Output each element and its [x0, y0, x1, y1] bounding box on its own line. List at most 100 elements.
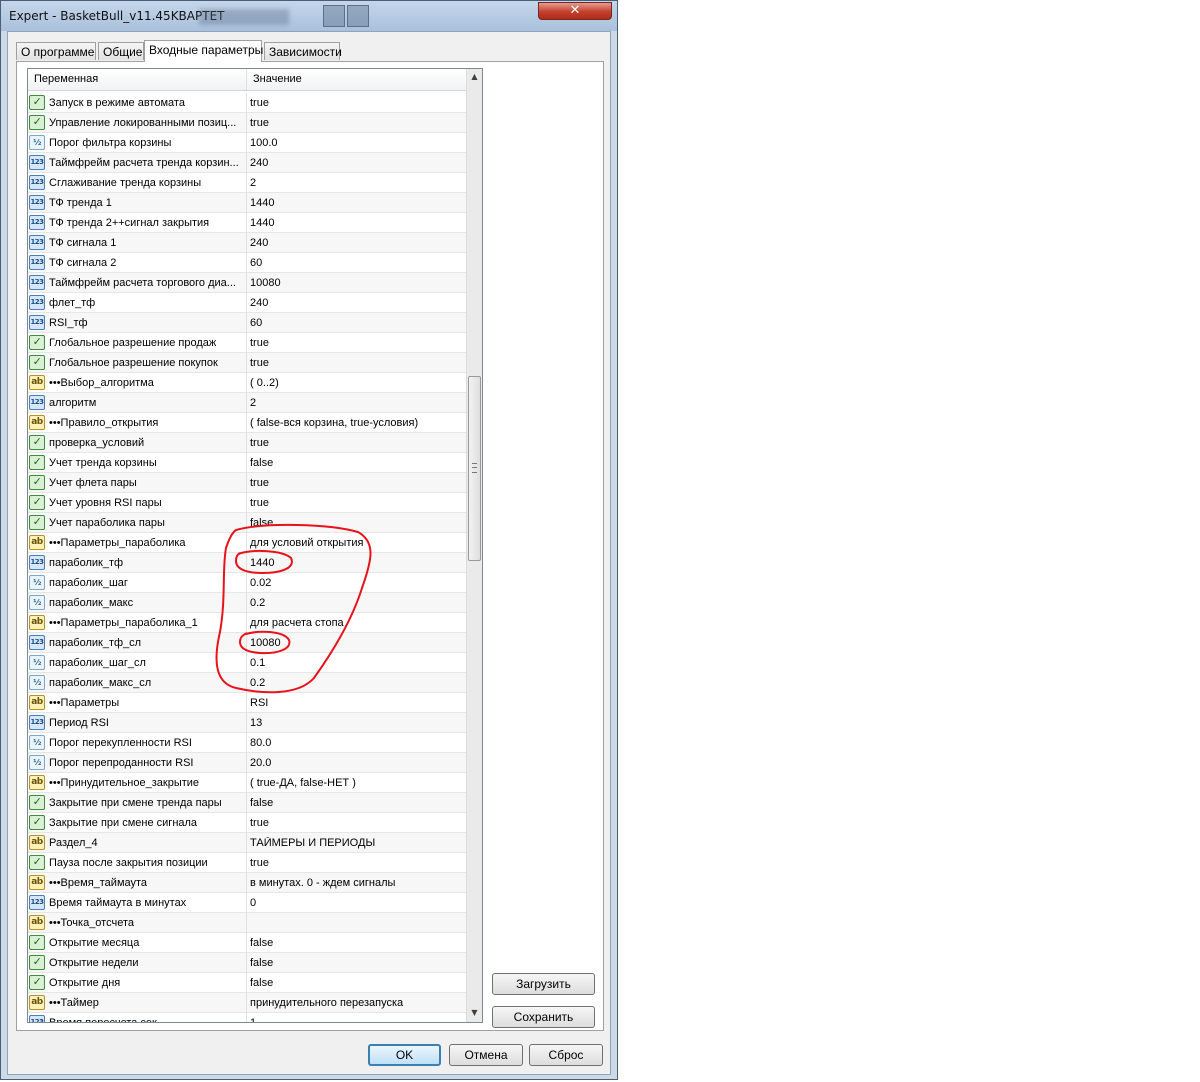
table-row[interactable]: ✓ Глобальное разрешение продаж true [28, 333, 466, 353]
parameter-value[interactable]: 100.0 [250, 137, 464, 150]
column-header-variable[interactable]: Переменная [34, 73, 98, 85]
table-row[interactable]: ab •••Параметры_параболика_1 для расчета с… [28, 613, 466, 633]
parameter-value[interactable]: 240 [250, 157, 464, 170]
parameter-value[interactable]: ( 0..2) [250, 377, 464, 390]
table-row[interactable]: ✓ Открытие недели false [28, 953, 466, 973]
ok-button[interactable]: OK [368, 1044, 441, 1066]
parameter-value[interactable]: 0.1 [250, 657, 464, 670]
parameter-value[interactable]: ТАЙМЕРЫ И ПЕРИОДЫ [250, 837, 464, 850]
table-row[interactable]: 123 Период RSI 13 [28, 713, 466, 733]
table-row[interactable]: ✓ Учет параболика пары false [28, 513, 466, 533]
parameter-value[interactable]: false [250, 457, 464, 470]
table-row[interactable]: ab •••Принудительное_закрытие ( true-ДА, f… [28, 773, 466, 793]
parameter-value[interactable]: 1440 [250, 557, 464, 570]
scroll-thumb[interactable] [468, 376, 481, 561]
table-row[interactable]: ½ Порог фильтра корзины 100.0 [28, 133, 466, 153]
reset-button[interactable]: Сброс [529, 1044, 603, 1066]
table-row[interactable]: ✓ Запуск в режиме автомата true [28, 93, 466, 113]
parameter-value[interactable]: true [250, 857, 464, 870]
parameter-value[interactable]: для условий открытия [250, 537, 464, 550]
cancel-button[interactable]: Отмена [449, 1044, 523, 1066]
table-row[interactable]: 123 Время пересчета сек 1 [28, 1013, 466, 1022]
parameter-value[interactable]: true [250, 817, 464, 830]
table-row[interactable]: ✓ Учет уровня RSI пары true [28, 493, 466, 513]
parameter-value[interactable]: false [250, 797, 464, 810]
load-button[interactable]: Загрузить [492, 973, 595, 995]
parameter-value[interactable]: 240 [250, 297, 464, 310]
table-row[interactable]: 123 Таймфрейм расчета торгового диа... 100… [28, 273, 466, 293]
parameter-value[interactable]: ( false-вся корзина, true-условия) [250, 417, 464, 430]
parameter-value[interactable]: true [250, 357, 464, 370]
table-row[interactable]: ½ параболик_шаг 0.02 [28, 573, 466, 593]
table-row[interactable]: 123 алгоритм 2 [28, 393, 466, 413]
table-row[interactable]: ✓ Учет тренда корзины false [28, 453, 466, 473]
parameter-value[interactable]: true [250, 97, 464, 110]
parameter-value[interactable]: 13 [250, 717, 464, 730]
table-row[interactable]: 123 Время таймаута в минутах 0 [28, 893, 466, 913]
table-row[interactable]: ab •••Таймер принудительного перезапуска [28, 993, 466, 1013]
table-row[interactable]: ½ Порог перепроданности RSI 20.0 [28, 753, 466, 773]
parameter-value[interactable]: true [250, 477, 464, 490]
table-row[interactable]: 123 параболик_тф 1440 [28, 553, 466, 573]
table-row[interactable]: ✓ Глобальное разрешение покупок true [28, 353, 466, 373]
parameter-value[interactable]: 0.2 [250, 597, 464, 610]
column-header-value[interactable]: Значение [253, 73, 302, 85]
table-row[interactable]: ✓ Управление локированными позиц... true [28, 113, 466, 133]
title-bar[interactable]: Expert - BasketBull_v11.45KBAPTET ✕ [1, 1, 617, 31]
table-row[interactable]: 123 Таймфрейм расчета тренда корзин... 240 [28, 153, 466, 173]
table-row[interactable]: ab •••Параметры_параболика для условий отк… [28, 533, 466, 553]
tab-about[interactable]: О программе [16, 42, 96, 60]
table-row[interactable]: ✓ Закрытие при смене тренда пары false [28, 793, 466, 813]
table-row[interactable]: 123 RSI_тф 60 [28, 313, 466, 333]
table-row[interactable]: 123 параболик_тф_сл 10080 [28, 633, 466, 653]
parameter-value[interactable]: принудительного перезапуска [250, 997, 464, 1010]
parameter-value[interactable]: 0 [250, 897, 464, 910]
parameter-value[interactable]: 80.0 [250, 737, 464, 750]
table-row[interactable]: ½ параболик_макс_сл 0.2 [28, 673, 466, 693]
table-row[interactable]: ✓ Пауза после закрытия позиции true [28, 853, 466, 873]
table-row[interactable]: ab •••Параметры RSI [28, 693, 466, 713]
parameter-value[interactable]: 60 [250, 257, 464, 270]
table-row[interactable]: ✓ Закрытие при смене сигнала true [28, 813, 466, 833]
tab-common[interactable]: Общие [98, 42, 144, 60]
parameter-value[interactable]: 10080 [250, 637, 464, 650]
table-row[interactable]: ab •••Правило_открытия ( false-вся корзина… [28, 413, 466, 433]
table-row[interactable]: ½ Порог перекупленности RSI 80.0 [28, 733, 466, 753]
parameter-value[interactable]: false [250, 977, 464, 990]
parameter-value[interactable]: true [250, 437, 464, 450]
parameter-value[interactable]: 1 [250, 1017, 464, 1022]
parameter-value[interactable]: 2 [250, 397, 464, 410]
close-button[interactable]: ✕ [538, 2, 612, 20]
table-row[interactable]: ab •••Время_таймаута в минутах. 0 - ждем с… [28, 873, 466, 893]
tab-inputs[interactable]: Входные параметры [144, 40, 263, 62]
parameter-value[interactable]: 1440 [250, 197, 464, 210]
table-row[interactable]: 123 флет_тф 240 [28, 293, 466, 313]
parameter-value[interactable]: 240 [250, 237, 464, 250]
parameter-value[interactable]: 2 [250, 177, 464, 190]
table-row[interactable]: 123 ТФ тренда 2++сигнал закрытия 1440 [28, 213, 466, 233]
parameter-value[interactable]: 60 [250, 317, 464, 330]
parameter-value[interactable]: 0.2 [250, 677, 464, 690]
table-row[interactable]: 123 ТФ сигнала 2 60 [28, 253, 466, 273]
parameter-value[interactable]: 0.02 [250, 577, 464, 590]
tab-dependencies[interactable]: Зависимости [264, 42, 342, 60]
parameter-value[interactable]: 20.0 [250, 757, 464, 770]
scroll-up-arrow-icon[interactable]: ▲ [467, 69, 482, 85]
column-divider[interactable] [246, 69, 247, 90]
table-row[interactable]: ab •••Выбор_алгоритма ( 0..2) [28, 373, 466, 393]
save-button[interactable]: Сохранить [492, 1006, 595, 1028]
table-row[interactable]: ½ параболик_шаг_сл 0.1 [28, 653, 466, 673]
vertical-scrollbar[interactable]: ▲ ▼ [466, 69, 482, 1022]
parameter-value[interactable]: false [250, 517, 464, 530]
parameter-value[interactable]: для расчета стопа [250, 617, 464, 630]
table-row[interactable]: ab Раздел_4 ТАЙМЕРЫ И ПЕРИОДЫ [28, 833, 466, 853]
table-row[interactable]: 123 Сглаживание тренда корзины 2 [28, 173, 466, 193]
parameter-value[interactable]: в минутах. 0 - ждем сигналы [250, 877, 464, 890]
table-row[interactable]: ✓ проверка_условий true [28, 433, 466, 453]
parameter-value[interactable]: false [250, 957, 464, 970]
parameter-value[interactable]: false [250, 937, 464, 950]
parameter-value[interactable]: ( true-ДА, false-НЕТ ) [250, 777, 464, 790]
parameter-value[interactable]: true [250, 337, 464, 350]
table-row[interactable]: 123 ТФ тренда 1 1440 [28, 193, 466, 213]
table-row[interactable]: 123 ТФ сигнала 1 240 [28, 233, 466, 253]
